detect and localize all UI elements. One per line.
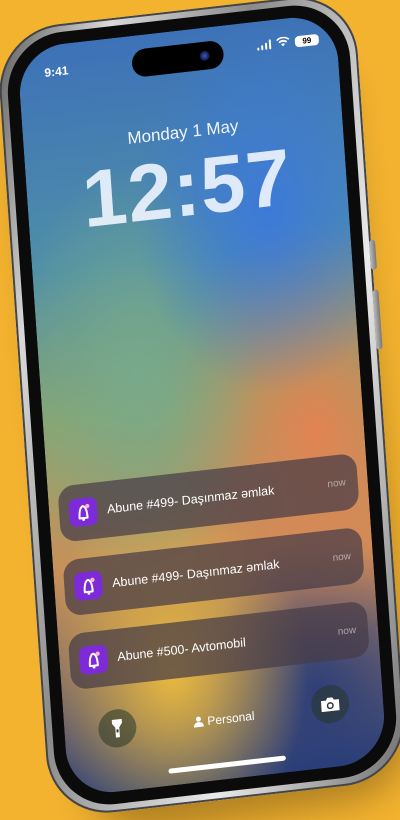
focus-label: Personal [206, 708, 255, 729]
scene: 9:41 99 Monday 1 May 12:57 Abune #499- D… [0, 0, 400, 820]
status-time: 9:41 [43, 63, 69, 81]
wifi-icon [276, 36, 291, 50]
notification-card[interactable]: Abune #499- Daşınmaz əmlak now [57, 452, 360, 543]
notification-text: Abune #499- Daşınmaz əmlak [106, 483, 275, 517]
phone: 9:41 99 Monday 1 May 12:57 Abune #499- D… [0, 0, 400, 820]
camera-button[interactable] [309, 683, 351, 726]
front-camera-icon [199, 50, 210, 62]
app-bell-icon [78, 644, 109, 676]
lock-screen: 9:41 99 Monday 1 May 12:57 Abune #499- D… [16, 12, 388, 798]
notification-text: Abune #499- Daşınmaz əmlak [111, 557, 280, 591]
home-indicator[interactable] [168, 755, 286, 774]
action-button [368, 239, 377, 271]
camera-icon [320, 697, 340, 713]
app-bell-icon [73, 570, 104, 602]
notification-time: now [327, 476, 347, 490]
cellular-signal-icon [256, 39, 272, 51]
person-icon [194, 716, 205, 728]
notification-text: Abune #500- Avtomobil [116, 635, 247, 664]
notification-card[interactable]: Abune #499- Daşınmaz əmlak now [62, 526, 365, 617]
notification-time: now [337, 624, 357, 638]
app-bell-icon [68, 496, 99, 528]
battery-icon: 99 [294, 33, 320, 47]
status-indicators: 99 [256, 33, 320, 52]
notification-card[interactable]: Abune #500- Avtomobil now [67, 600, 370, 691]
notification-time: now [332, 550, 352, 564]
dynamic-island [131, 39, 225, 79]
